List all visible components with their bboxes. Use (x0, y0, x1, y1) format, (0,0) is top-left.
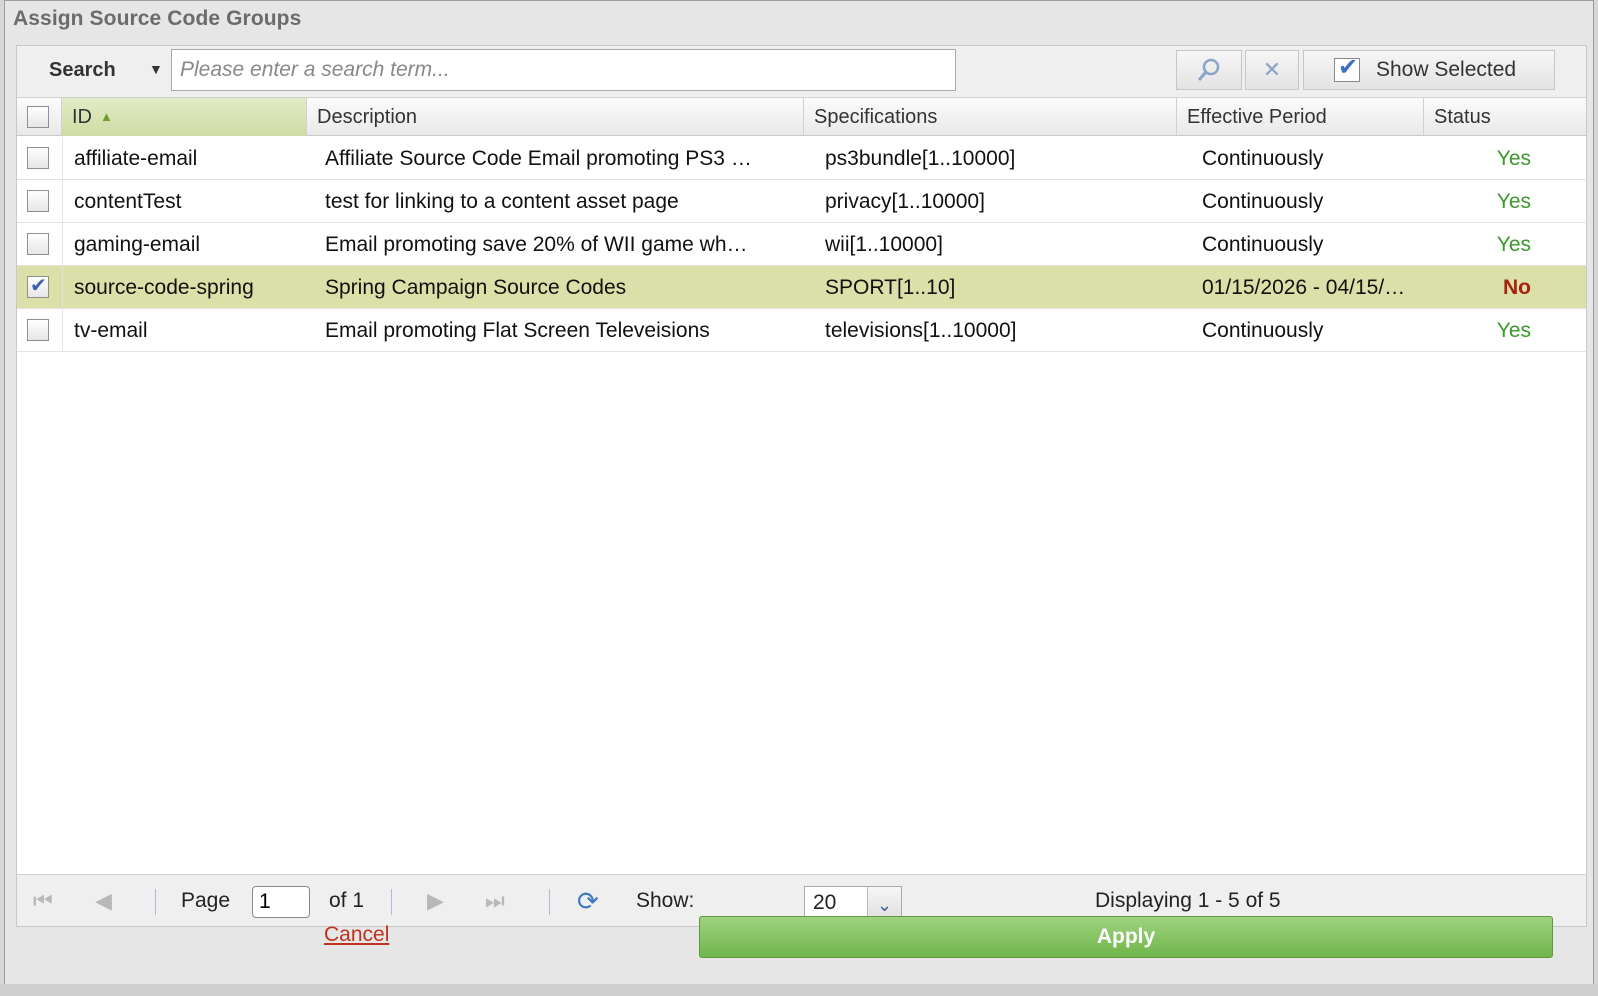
cell-status: Yes (1496, 190, 1531, 213)
sort-ascending-icon: ▲ (100, 109, 113, 124)
search-toolbar: Search ▼ ✕ Show Selected (17, 46, 1586, 98)
last-page-icon[interactable]: ⏭ (485, 875, 505, 927)
assign-source-code-groups-dialog: Assign Source Code Groups Search ▼ ✕ Sho… (4, 0, 1594, 992)
row-checkbox[interactable] (27, 273, 49, 298)
column-header-label: ID (72, 106, 92, 128)
table-row[interactable]: tv-email Email promoting Flat Screen Tel… (17, 309, 1586, 352)
cancel-link[interactable]: Cancel (324, 923, 389, 947)
table-row[interactable]: contentTest test for linking to a conten… (17, 180, 1586, 223)
cell-id: gaming-email (74, 233, 201, 256)
column-header-description[interactable]: Description (307, 98, 804, 136)
grid-panel: Search ▼ ✕ Show Selected I (16, 45, 1587, 927)
cell-effective-period: Continuously (1202, 319, 1324, 342)
show-selected-label: Show Selected (1376, 58, 1517, 81)
show-selected-button[interactable]: Show Selected (1303, 50, 1555, 90)
pager-divider (391, 889, 392, 915)
row-divider (62, 180, 63, 223)
page-size-label: Show: (636, 889, 695, 912)
cell-specifications: televisions[1..10000] (825, 319, 1017, 342)
column-header-label: Description (317, 106, 418, 128)
cell-id: source-code-spring (74, 276, 254, 299)
cell-id: affiliate-email (74, 147, 198, 170)
cell-specifications: wii[1..10000] (825, 233, 943, 256)
search-button[interactable] (1176, 50, 1242, 90)
table-row-selected[interactable]: source-code-spring Spring Campaign Sourc… (17, 266, 1586, 309)
row-divider (62, 309, 63, 352)
row-checkbox[interactable] (27, 147, 49, 169)
checkbox-icon (1334, 53, 1360, 82)
row-checkbox[interactable] (27, 233, 49, 255)
first-page-icon[interactable]: ⏮ (33, 875, 53, 927)
grid-header: ID ▲ Description Specifications Effective… (17, 98, 1586, 136)
search-input[interactable] (171, 49, 956, 91)
cell-id: tv-email (74, 319, 148, 342)
dialog-title: Assign Source Code Groups (13, 7, 302, 30)
cell-specifications: SPORT[1..10] (825, 276, 956, 299)
select-all-checkbox[interactable] (27, 106, 49, 128)
cell-specifications: privacy[1..10000] (825, 190, 985, 213)
column-header-specifications[interactable]: Specifications (804, 98, 1177, 136)
row-checkbox[interactable] (27, 190, 49, 212)
row-divider (62, 266, 63, 309)
pager-divider (155, 889, 156, 915)
search-icon (1197, 58, 1220, 81)
page-label: Page (181, 889, 231, 912)
cell-status: No (1503, 276, 1531, 299)
row-divider (62, 137, 63, 180)
refresh-icon[interactable]: ⟳ (577, 875, 599, 927)
cell-effective-period: Continuously (1202, 147, 1324, 170)
cell-status: Yes (1496, 319, 1531, 342)
table-row[interactable]: affiliate-email Affiliate Source Code Em… (17, 137, 1586, 180)
cell-specifications: ps3bundle[1..10000] (825, 147, 1016, 170)
column-header-id[interactable]: ID ▲ (62, 98, 307, 136)
row-divider (62, 223, 63, 266)
previous-page-icon[interactable]: ◀ (95, 875, 112, 927)
cell-description: Affiliate Source Code Email promoting PS… (325, 147, 752, 170)
clear-search-button[interactable]: ✕ (1245, 50, 1299, 90)
cell-effective-period: 01/15/2026 - 04/15/… (1202, 276, 1406, 299)
cell-effective-period: Continuously (1202, 233, 1324, 256)
table-row[interactable]: gaming-email Email promoting save 20% of… (17, 223, 1586, 266)
cell-description: Spring Campaign Source Codes (325, 276, 627, 299)
background-footer (0, 984, 1598, 996)
cell-effective-period: Continuously (1202, 190, 1324, 213)
next-page-icon[interactable]: ▶ (427, 875, 444, 927)
cell-description: test for linking to a content asset page (325, 190, 679, 213)
column-header-label: Effective Period (1187, 106, 1327, 128)
search-mode-label[interactable]: Search (49, 59, 116, 82)
page-number-input[interactable] (252, 886, 310, 918)
apply-button[interactable]: Apply (699, 916, 1553, 958)
page-size-value: 20 (813, 891, 837, 914)
cell-id: contentTest (74, 190, 182, 213)
column-header-effective-period[interactable]: Effective Period (1177, 98, 1424, 136)
column-header-label: Status (1434, 106, 1491, 128)
select-all-cell (17, 98, 62, 136)
close-icon: ✕ (1262, 57, 1282, 82)
cell-description: Email promoting Flat Screen Televeisions (325, 319, 710, 342)
cell-status: Yes (1496, 233, 1531, 256)
pager-divider (549, 889, 550, 915)
cell-status: Yes (1496, 147, 1531, 170)
column-header-status[interactable]: Status (1424, 98, 1588, 136)
column-header-label: Specifications (814, 106, 938, 128)
page-count-label: of 1 (329, 889, 365, 912)
row-checkbox[interactable] (27, 319, 49, 341)
search-mode-dropdown-icon[interactable]: ▼ (149, 61, 163, 77)
cell-description: Email promoting save 20% of WII game wh… (325, 233, 748, 256)
